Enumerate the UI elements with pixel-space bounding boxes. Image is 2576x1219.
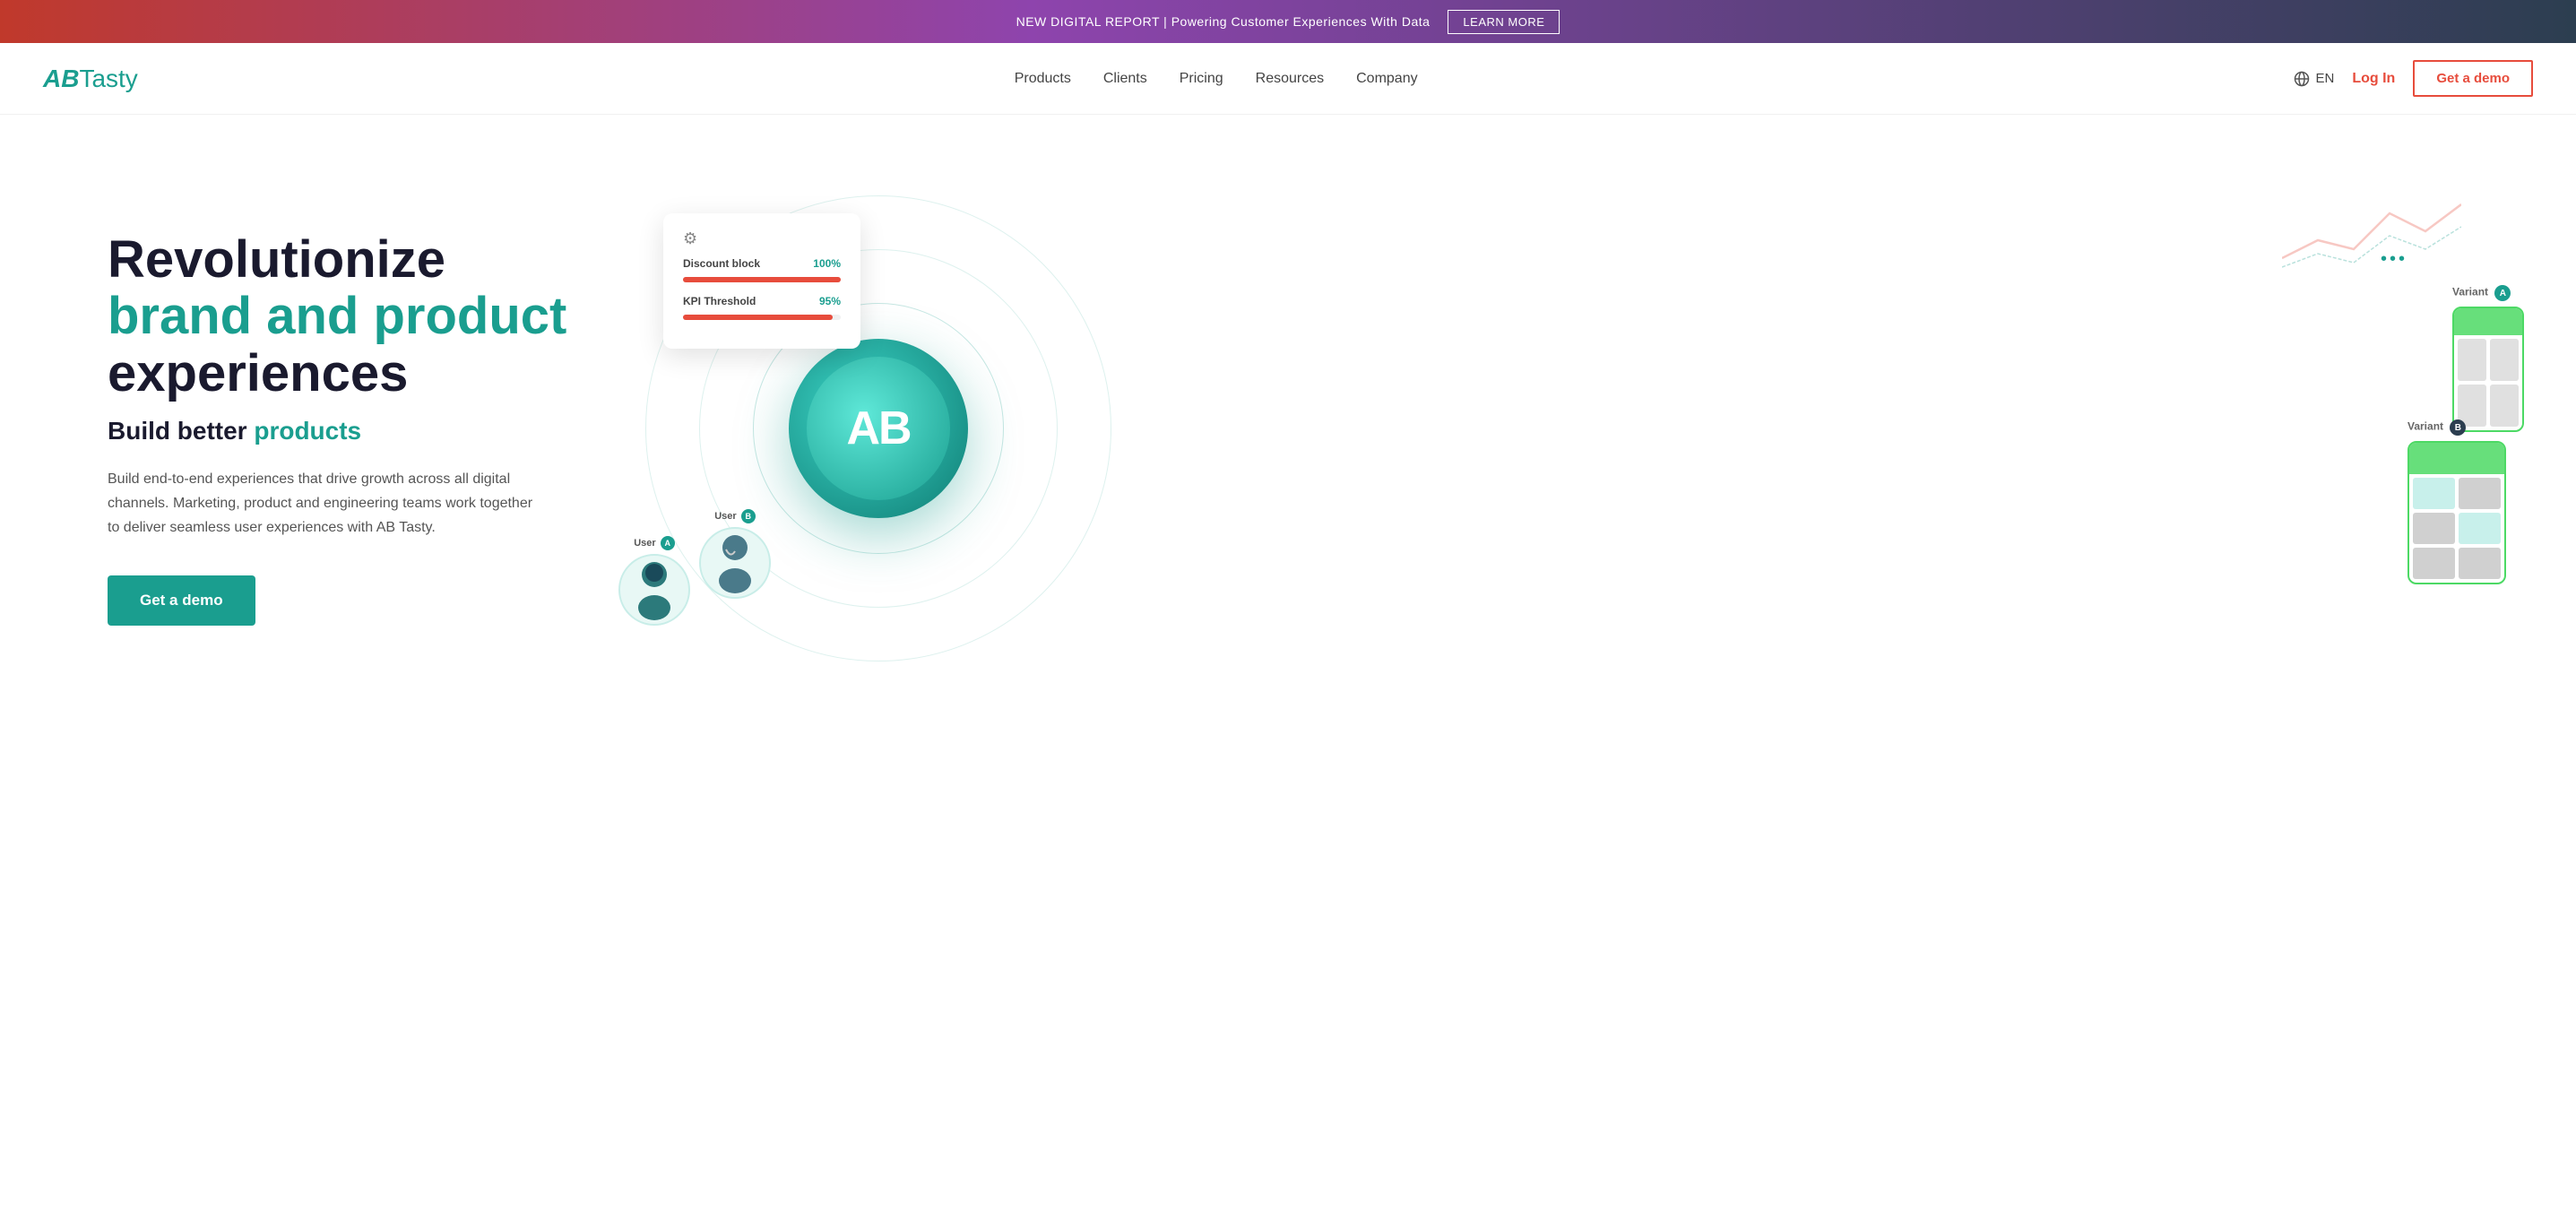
ab-circle-inner: AB — [807, 357, 950, 500]
user-b-avatar — [699, 527, 771, 599]
hero-section: Revolutionize brand and product experien… — [0, 115, 2576, 742]
nav-company[interactable]: Company — [1356, 71, 1417, 86]
vb-grid — [2409, 474, 2504, 583]
metric-bar-2-fill — [683, 315, 833, 320]
user-a-avatar — [618, 554, 690, 626]
user-a: User A — [618, 536, 690, 626]
nav-products[interactable]: Products — [1015, 71, 1071, 86]
logo-tasty: Tasty — [79, 65, 137, 93]
login-button[interactable]: Log In — [2352, 71, 2395, 87]
logo-ab: AB — [43, 65, 79, 93]
hero-description: Build end-to-end experiences that drive … — [108, 467, 538, 540]
user-b: User B — [699, 509, 771, 599]
nav-right: EN Log In Get a demo — [2294, 60, 2533, 97]
variant-b-panel: Variant B — [2407, 419, 2506, 584]
hero-content: Revolutionize brand and product experien… — [108, 231, 592, 627]
variant-b-phone — [2407, 441, 2506, 584]
phone-a-header — [2454, 308, 2522, 335]
phone-cell — [2490, 339, 2519, 381]
avatar-b-svg — [708, 532, 762, 594]
language-label: EN — [2315, 71, 2334, 86]
variant-a-label: Variant A — [2452, 285, 2524, 301]
vb-cell — [2459, 513, 2501, 544]
logo[interactable]: AB Tasty — [43, 65, 138, 93]
get-demo-nav-button[interactable]: Get a demo — [2413, 60, 2533, 97]
language-selector[interactable]: EN — [2294, 71, 2334, 87]
banner-cta-button[interactable]: LEARN MORE — [1448, 10, 1560, 34]
announcement-banner: NEW DIGITAL REPORT | Powering Customer E… — [0, 0, 2576, 43]
hero-title: Revolutionize brand and product experien… — [108, 231, 592, 402]
variant-b-label: Variant B — [2407, 419, 2506, 436]
variant-a-panel: Variant A — [2452, 285, 2524, 432]
banner-text: NEW DIGITAL REPORT | Powering Customer E… — [1016, 14, 1431, 29]
chart-background — [2282, 186, 2461, 281]
vb-cell — [2413, 478, 2455, 509]
nav-clients[interactable]: Clients — [1103, 71, 1147, 86]
phone-a-grid — [2454, 335, 2522, 430]
vb-cell — [2413, 548, 2455, 579]
hero-subtitle: Build better products — [108, 417, 592, 445]
hero-illustration: ••• ⚙ Discount block 100% KPI Threshold … — [592, 160, 2533, 697]
user-a-label: User A — [618, 536, 690, 550]
metric-row-2: KPI Threshold 95% — [683, 295, 841, 307]
hero-cta-button[interactable]: Get a demo — [108, 575, 255, 626]
globe-icon — [2294, 71, 2310, 87]
vb-cell — [2459, 548, 2501, 579]
illustration-container: ••• ⚙ Discount block 100% KPI Threshold … — [592, 160, 2533, 697]
vb-cell — [2413, 513, 2455, 544]
ab-logo-circle: AB — [789, 339, 968, 518]
metric-row-1: Discount block 100% — [683, 257, 841, 270]
variant-a-phone — [2452, 307, 2524, 432]
metrics-card: ⚙ Discount block 100% KPI Threshold 95% — [663, 213, 860, 349]
nav-pricing[interactable]: Pricing — [1180, 71, 1223, 86]
metric-bar-2-bg — [683, 315, 841, 320]
metric-bar-1-fill — [683, 277, 841, 282]
vb-cell — [2459, 478, 2501, 509]
main-navbar: AB Tasty Products Clients Pricing Resour… — [0, 43, 2576, 115]
three-dots: ••• — [2381, 249, 2407, 270]
nav-links: Products Clients Pricing Resources Compa… — [1015, 71, 1418, 87]
gear-icon: ⚙ — [683, 229, 841, 248]
nav-resources[interactable]: Resources — [1256, 71, 1324, 86]
ab-circle-text: AB — [846, 402, 910, 455]
metric-bar-1-bg — [683, 277, 841, 282]
trend-chart — [2282, 186, 2461, 276]
avatar-a-svg — [627, 558, 681, 621]
phone-cell — [2458, 339, 2486, 381]
vb-header — [2409, 443, 2504, 474]
user-b-label: User B — [699, 509, 771, 523]
